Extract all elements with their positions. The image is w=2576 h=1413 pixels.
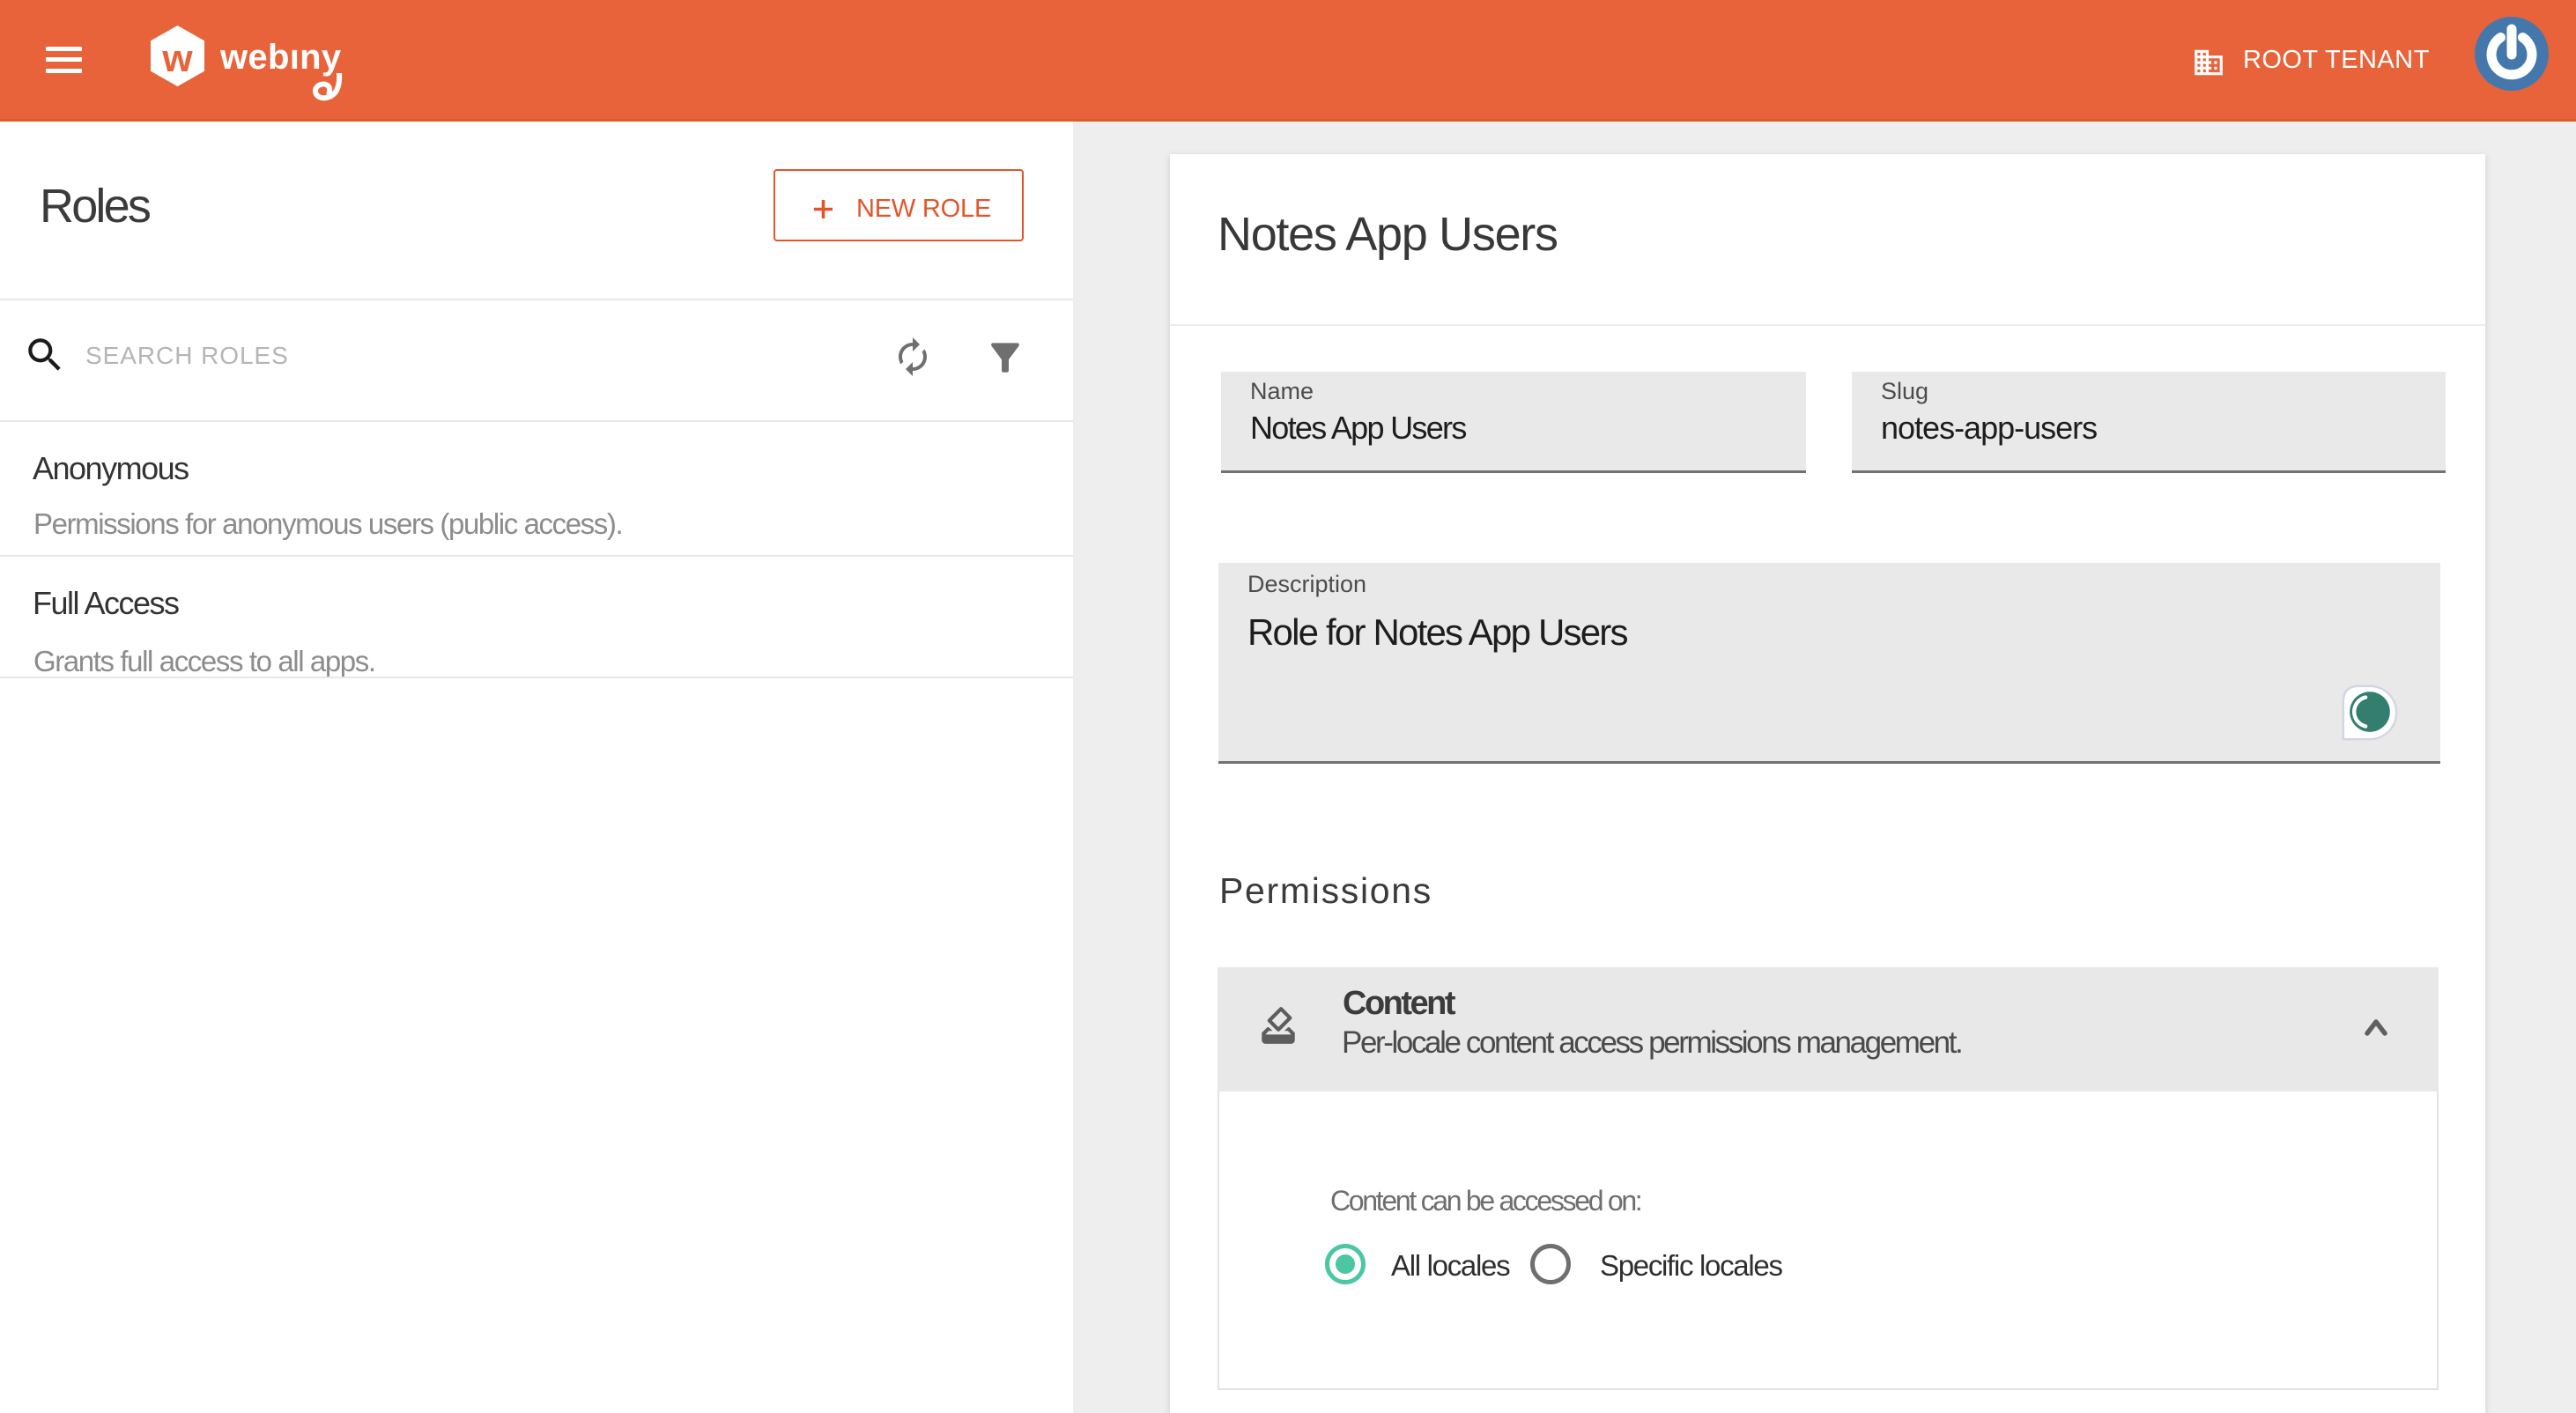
svg-text:w: w — [161, 37, 193, 80]
